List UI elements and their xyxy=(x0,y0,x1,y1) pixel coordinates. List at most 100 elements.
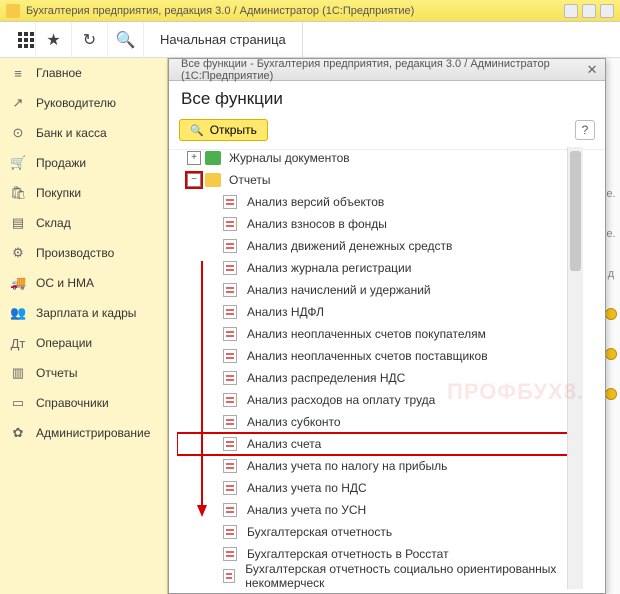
sidebar-item-label: Руководителю xyxy=(36,96,116,110)
sidebar-item-label: Главное xyxy=(36,66,82,80)
tree-report-label: Анализ версий объектов xyxy=(247,195,384,209)
sidebar-item-reports[interactable]: ▥ Отчеты xyxy=(0,358,167,388)
report-doc-icon xyxy=(223,415,237,429)
report-doc-icon xyxy=(223,459,237,473)
tree-report-item[interactable]: Анализ распределения НДС xyxy=(177,367,583,389)
folder-icon xyxy=(205,173,221,187)
functions-tree: + Журналы документов − Отчеты Анализ вер… xyxy=(177,147,583,589)
tree-node-journals[interactable]: + Журналы документов xyxy=(177,147,583,169)
sidebar-item-admin[interactable]: ✿Администрирование xyxy=(0,418,167,448)
window-btn-1[interactable] xyxy=(564,4,578,18)
tree-report-item[interactable]: Бухгалтерская отчетность xyxy=(177,521,583,543)
box-icon: ▤ xyxy=(10,215,26,231)
report-doc-icon xyxy=(223,393,237,407)
report-doc-icon xyxy=(223,481,237,495)
sidebar-item-operations[interactable]: ДтОперации xyxy=(0,328,167,358)
favorites-icon[interactable]: ★ xyxy=(36,22,72,57)
tree-report-label: Бухгалтерская отчетность социально ориен… xyxy=(245,562,583,589)
report-doc-icon xyxy=(223,327,237,341)
content-area: С е. е. д Все функции - Бухгалтерия пред… xyxy=(168,58,620,594)
gutter-disc-icon xyxy=(605,348,617,360)
tree-report-item[interactable]: Анализ неоплаченных счетов покупателям xyxy=(177,323,583,345)
apps-grid-icon[interactable] xyxy=(0,22,36,57)
open-button-label: Открыть xyxy=(210,123,257,137)
sidebar-item-sales[interactable]: 🛒Продажи xyxy=(0,148,167,178)
sidebar-item-references[interactable]: ▭ Справочники xyxy=(0,388,167,418)
app-title: Бухгалтерия предприятия, редакция 3.0 / … xyxy=(26,5,414,17)
window-btn-2[interactable] xyxy=(582,4,596,18)
gutter-mark: е. xyxy=(606,188,615,200)
tree-report-label: Анализ неоплаченных счетов покупателям xyxy=(247,327,486,341)
tree-report-item[interactable]: Анализ расходов на оплату труда xyxy=(177,389,583,411)
sidebar-item-label: Производство xyxy=(36,246,114,260)
sidebar-item-production[interactable]: ⚙Производство xyxy=(0,238,167,268)
report-doc-icon xyxy=(223,503,237,517)
report-doc-icon xyxy=(223,283,237,297)
tree-report-item[interactable]: Анализ взносов в фонды xyxy=(177,213,583,235)
dialog-titlebar: Все функции - Бухгалтерия предприятия, р… xyxy=(169,59,605,81)
tree-scrollbar[interactable] xyxy=(567,147,583,589)
navigation-sidebar: ≡Главное ↗Руководителю ⊙Банк и касса 🛒Пр… xyxy=(0,58,168,594)
tree-report-item[interactable]: Анализ движений денежных средств xyxy=(177,235,583,257)
report-doc-icon xyxy=(223,217,237,231)
sidebar-item-assets[interactable]: 🚚 ОС и НМА xyxy=(0,268,167,298)
report-doc-icon xyxy=(223,195,237,209)
sidebar-item-warehouse[interactable]: ▤Склад xyxy=(0,208,167,238)
report-doc-icon xyxy=(223,547,237,561)
cart-icon: 🛒 xyxy=(10,155,26,171)
tree-report-item[interactable]: Анализ НДФЛ xyxy=(177,301,583,323)
sidebar-item-bank[interactable]: ⊙ Банк и касса xyxy=(0,118,167,148)
tree-report-label: Анализ распределения НДС xyxy=(247,371,405,385)
report-doc-icon xyxy=(223,239,237,253)
tree-report-item[interactable]: Анализ начислений и удержаний xyxy=(177,279,583,301)
search-icon[interactable]: 🔍 xyxy=(108,22,144,57)
tree-report-label: Анализ счета xyxy=(247,437,321,451)
sidebar-item-label: Банк и касса xyxy=(36,126,107,140)
dtct-icon: Дт xyxy=(10,336,26,351)
open-button[interactable]: 🔍 Открыть xyxy=(179,119,268,141)
book-icon: ▭ xyxy=(10,395,26,411)
dialog-title-text: Все функции - Бухгалтерия предприятия, р… xyxy=(181,58,585,82)
start-page-tab[interactable]: Начальная страница xyxy=(144,22,303,57)
window-btn-3[interactable] xyxy=(600,4,614,18)
report-icon: ▥ xyxy=(10,365,26,381)
sidebar-item-salary[interactable]: 👥Зарплата и кадры xyxy=(0,298,167,328)
help-icon: ? xyxy=(582,123,589,137)
tree-report-label: Бухгалтерская отчетность в Росстат xyxy=(247,547,449,561)
history-icon[interactable]: ↻ xyxy=(72,22,108,57)
sidebar-item-manager[interactable]: ↗ Руководителю xyxy=(0,88,167,118)
tree-report-item[interactable]: Анализ неоплаченных счетов поставщиков xyxy=(177,345,583,367)
chart-icon: ↗ xyxy=(10,95,26,111)
tree-report-item[interactable]: Анализ журнала регистрации xyxy=(177,257,583,279)
tree-report-item[interactable]: Бухгалтерская отчетность социально ориен… xyxy=(177,565,583,587)
tree-report-item[interactable]: Анализ учета по налогу на прибыль xyxy=(177,455,583,477)
sidebar-item-label: Отчеты xyxy=(36,366,77,380)
expand-icon[interactable]: + xyxy=(187,151,201,165)
close-icon[interactable]: ✕ xyxy=(585,62,599,78)
tree-node-reports[interactable]: − Отчеты xyxy=(177,169,583,191)
help-button[interactable]: ? xyxy=(575,120,595,140)
report-doc-icon xyxy=(223,525,237,539)
magnifier-icon: 🔍 xyxy=(190,124,204,137)
sidebar-item-purchases[interactable]: 🛍Покупки xyxy=(0,178,167,208)
menu-icon: ≡ xyxy=(10,66,26,81)
tree-report-item[interactable]: Анализ учета по УСН xyxy=(177,499,583,521)
scrollbar-thumb[interactable] xyxy=(570,151,581,271)
sidebar-item-label: Администрирование xyxy=(36,426,150,440)
tree-report-item[interactable]: Анализ учета по НДС xyxy=(177,477,583,499)
report-doc-icon xyxy=(223,349,237,363)
bag-icon: 🛍 xyxy=(10,185,26,201)
sidebar-item-main[interactable]: ≡ Главное xyxy=(0,58,167,88)
collapse-icon[interactable]: − xyxy=(187,173,201,187)
gutter-disc-icon xyxy=(605,388,617,400)
tree-report-item[interactable]: Анализ счета xyxy=(177,433,579,455)
tree-report-item[interactable]: Анализ субконто xyxy=(177,411,583,433)
sidebar-item-label: ОС и НМА xyxy=(36,276,94,290)
coins-icon: ⊙ xyxy=(10,125,26,141)
tree-report-label: Анализ НДФЛ xyxy=(247,305,324,319)
tree-report-item[interactable]: Анализ версий объектов xyxy=(177,191,583,213)
start-page-label: Начальная страница xyxy=(160,32,286,47)
truck-icon: 🚚 xyxy=(10,275,26,291)
sidebar-item-label: Справочники xyxy=(36,396,109,410)
tree-report-label: Анализ журнала регистрации xyxy=(247,261,411,275)
